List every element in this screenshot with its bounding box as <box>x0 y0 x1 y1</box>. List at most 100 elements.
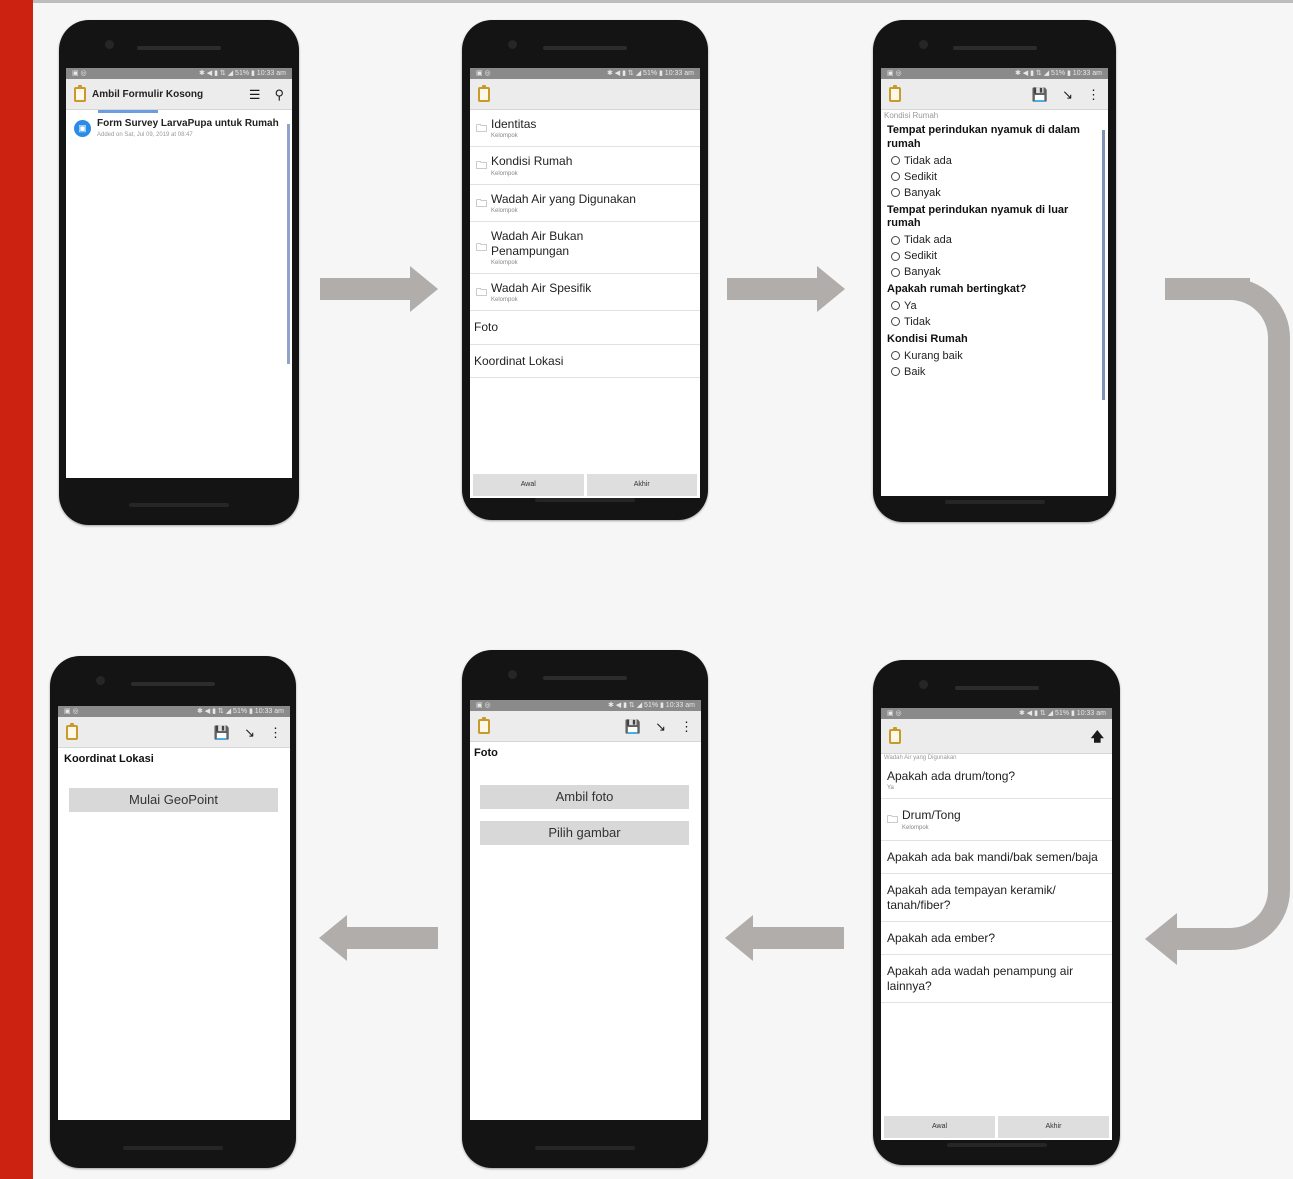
option-tidak[interactable]: Tidak <box>881 314 1108 330</box>
flow-arrow-left <box>752 927 844 949</box>
form-list-item[interactable]: ▣ Form Survey LarvaPupa untuk Rumah Adde… <box>66 113 292 143</box>
group-item-drum[interactable]: 🗀 Drum/Tong Kelompok <box>881 799 1112 841</box>
page-title: Ambil Formulir Kosong <box>92 88 204 100</box>
option-banyak[interactable]: Banyak <box>881 185 1108 201</box>
radio-icon <box>891 156 900 165</box>
screen-koordinat: ▣ ◎ ✱ ◀ ▮ ⇅ ◢ 51% ▮ 10:33 am 💾 ↘ ⋮ Koordi… <box>58 706 290 1120</box>
phone-2: ▣ ◎ ✱ ◀ ▮ ⇅ ◢ 51% ▮ 10:33 am 🗀 Identitas K… <box>462 20 708 520</box>
clipboard-icon <box>889 84 901 102</box>
radio-icon <box>891 317 900 327</box>
question-house-condition: Kondisi Rumah <box>887 332 968 345</box>
flow-connector-corner <box>1205 870 1290 950</box>
camera-icon <box>919 40 928 49</box>
list-item-foto[interactable]: Foto <box>470 311 700 345</box>
flow-arrow-head <box>410 266 438 312</box>
screen-wadah-air: ▣ ◎ ✱ ◀ ▮ ⇅ ◢ 51% ▮ 10:33 am 🡅 Wadah Air … <box>881 708 1112 1140</box>
flow-connector <box>1175 928 1215 950</box>
group-item-identitas[interactable]: 🗀 Identitas Kelompok <box>470 110 700 148</box>
speaker <box>137 46 221 50</box>
first-button[interactable]: Awal <box>473 474 584 496</box>
navigate-icon[interactable]: ↘ <box>244 726 255 739</box>
up-arrow-icon[interactable]: 🡅 <box>1091 730 1104 743</box>
nav-row: Awal Akhir <box>470 474 700 498</box>
clipboard-icon <box>66 722 78 740</box>
option-tidak-ada[interactable]: Tidak ada <box>881 153 1108 169</box>
option-kurang-baik[interactable]: Kurang baik <box>881 348 1108 364</box>
navigate-icon[interactable]: ↘ <box>1062 88 1073 101</box>
option-baik[interactable]: Baik <box>881 364 1108 380</box>
folder-icon: 🗀 <box>476 160 487 173</box>
camera-icon <box>919 680 928 689</box>
speaker <box>131 682 215 686</box>
speaker <box>952 46 1037 50</box>
folder-icon: 🗀 <box>476 197 487 210</box>
nav-row: Awal Akhir <box>881 1116 1112 1140</box>
question-indoor-breeding: Tempat perindukan nyamuk di dalam rumah <box>887 124 1080 150</box>
radio-icon <box>891 367 900 376</box>
search-icon[interactable]: ⚲ <box>274 88 284 101</box>
phone-6: ▣ ◎ ✱ ◀ ▮ ⇅ ◢ 51% ▮ 10:33 am 💾 ↘ ⋮ Koordi… <box>50 656 296 1168</box>
phone-5: ▣ ◎ ✱ ◀ ▮ ⇅ ◢ 51% ▮ 10:33 am 💾 ↘ ⋮ Foto A… <box>462 650 708 1168</box>
home-bar <box>123 1146 223 1150</box>
status-bar: ▣ ◎ ✱ ◀ ▮ ⇅ ◢ 51% ▮ 10:33 am <box>58 706 290 717</box>
save-icon[interactable]: 💾 <box>214 726 230 739</box>
take-photo-button[interactable]: Ambil foto <box>480 785 689 809</box>
home-bar <box>535 1146 635 1150</box>
option-banyak[interactable]: Banyak <box>881 264 1108 280</box>
overflow-menu-icon[interactable]: ⋮ <box>269 726 282 739</box>
action-bar <box>470 79 700 110</box>
sort-icon[interactable]: ☰ <box>249 88 261 101</box>
flow-arrow-head <box>1145 913 1177 965</box>
form-added: Added on Sat, Jul 09, 2019 at 08:47 <box>97 132 193 138</box>
camera-icon <box>508 40 517 49</box>
radio-icon <box>891 251 900 261</box>
form-title: Form Survey LarvaPupa untuk Rumah <box>97 118 279 129</box>
phone-1: ▣ ◎ ✱ ◀ ▮ ⇅ ◢ 51% ▮ 10:33 am Ambil Formul… <box>59 20 299 525</box>
flow-arrow-head <box>817 266 845 312</box>
question-tempayan[interactable]: Apakah ada tempayan keramik/ tanah/fiber… <box>881 874 1112 922</box>
overflow-menu-icon[interactable]: ⋮ <box>680 720 693 733</box>
option-sedikit[interactable]: Sedikit <box>881 169 1108 185</box>
overflow-menu-icon[interactable]: ⋮ <box>1087 88 1100 101</box>
question-multistory: Apakah rumah bertingkat? <box>887 283 1027 295</box>
group-item-wadah-air[interactable]: 🗀 Wadah Air yang Digunakan Kelompok <box>470 185 700 223</box>
accent-bar <box>0 0 33 1179</box>
action-bar: 💾 ↘ ⋮ <box>881 79 1108 110</box>
flow-connector-corner <box>1205 278 1290 363</box>
option-sedikit[interactable]: Sedikit <box>881 248 1108 264</box>
flow-arrow-left <box>346 927 438 949</box>
option-tidak-ada[interactable]: Tidak ada <box>881 232 1108 248</box>
group-item-kondisi-rumah[interactable]: 🗀 Kondisi Rumah Kelompok <box>470 147 700 185</box>
question-bak-mandi[interactable]: Apakah ada bak mandi/bak semen/baja <box>881 841 1112 875</box>
navigate-icon[interactable]: ↘ <box>655 720 666 733</box>
question-outdoor-breeding: Tempat perindukan nyamuk di luar rumah <box>887 203 1069 230</box>
flow-arrow-right <box>320 278 412 300</box>
scrollbar[interactable] <box>1102 130 1105 400</box>
clipboard-icon <box>478 84 490 102</box>
status-bar: ▣ ◎ ✱ ◀ ▮ ⇅ ◢ 51% ▮ 10:33 am <box>881 708 1112 719</box>
home-bar <box>129 503 229 507</box>
status-bar: ▣ ◎ ✱ ◀ ▮ ⇅ ◢ 51% ▮ 10:33 am <box>470 700 701 711</box>
clipboard-icon <box>478 716 490 734</box>
group-item-wadah-spesifik[interactable]: 🗀 Wadah Air Spesifik Kelompok <box>470 274 700 312</box>
clipboard-icon <box>74 84 86 102</box>
save-icon[interactable]: 💾 <box>1032 88 1048 101</box>
question-ember[interactable]: Apakah ada ember? <box>881 922 1112 956</box>
radio-icon <box>891 172 900 181</box>
list-item-koordinat[interactable]: Koordinat Lokasi <box>470 345 700 379</box>
home-bar <box>535 498 635 502</box>
radio-icon <box>891 235 900 245</box>
group-item-wadah-bukan-penampungan[interactable]: 🗀 Wadah Air Bukan Penampungan Kelompok <box>470 222 700 274</box>
question-drum[interactable]: Apakah ada drum/tong? Ya <box>881 762 1112 800</box>
section-label: Kondisi Rumah <box>884 111 939 120</box>
last-button[interactable]: Akhir <box>998 1116 1109 1138</box>
last-button[interactable]: Akhir <box>586 474 697 496</box>
option-ya[interactable]: Ya <box>881 298 1108 314</box>
start-geopoint-button[interactable]: Mulai GeoPoint <box>69 788 278 812</box>
first-button[interactable]: Awal <box>884 1116 995 1138</box>
question-wadah-lain[interactable]: Apakah ada wadah penampung air lainnya? <box>881 955 1112 1004</box>
save-icon[interactable]: 💾 <box>625 720 641 733</box>
speaker <box>954 686 1039 690</box>
choose-image-button[interactable]: Pilih gambar <box>480 821 689 845</box>
scrollbar[interactable] <box>287 124 290 364</box>
